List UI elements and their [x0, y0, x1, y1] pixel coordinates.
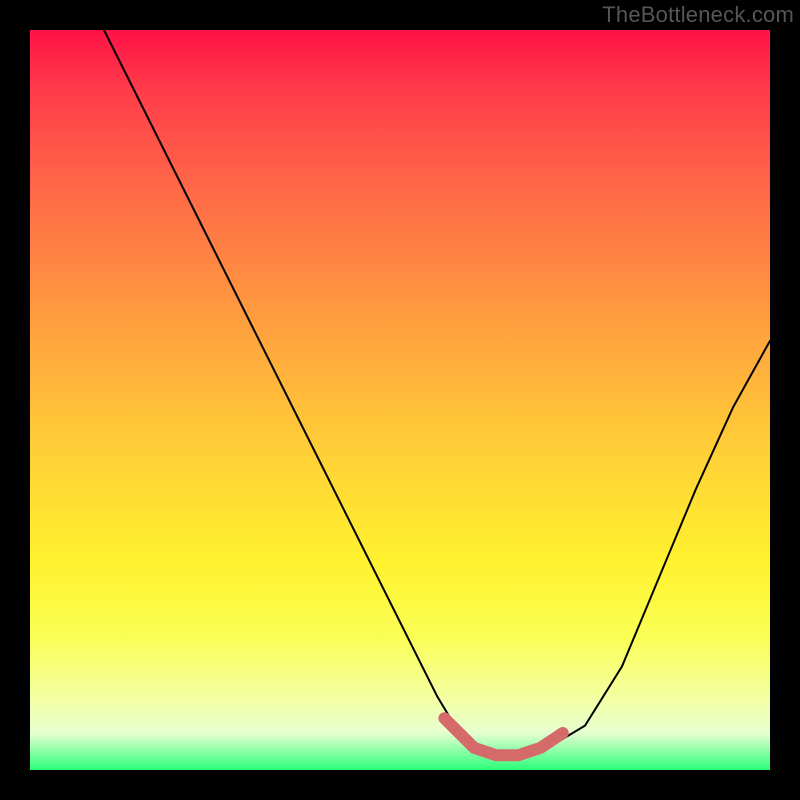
watermark-text: TheBottleneck.com: [602, 2, 794, 28]
optimal-zone-overlay: [444, 718, 562, 755]
curve-svg: [30, 30, 770, 770]
bottleneck-curve: [104, 30, 770, 755]
plot-area: [30, 30, 770, 770]
chart-canvas: TheBottleneck.com: [0, 0, 800, 800]
